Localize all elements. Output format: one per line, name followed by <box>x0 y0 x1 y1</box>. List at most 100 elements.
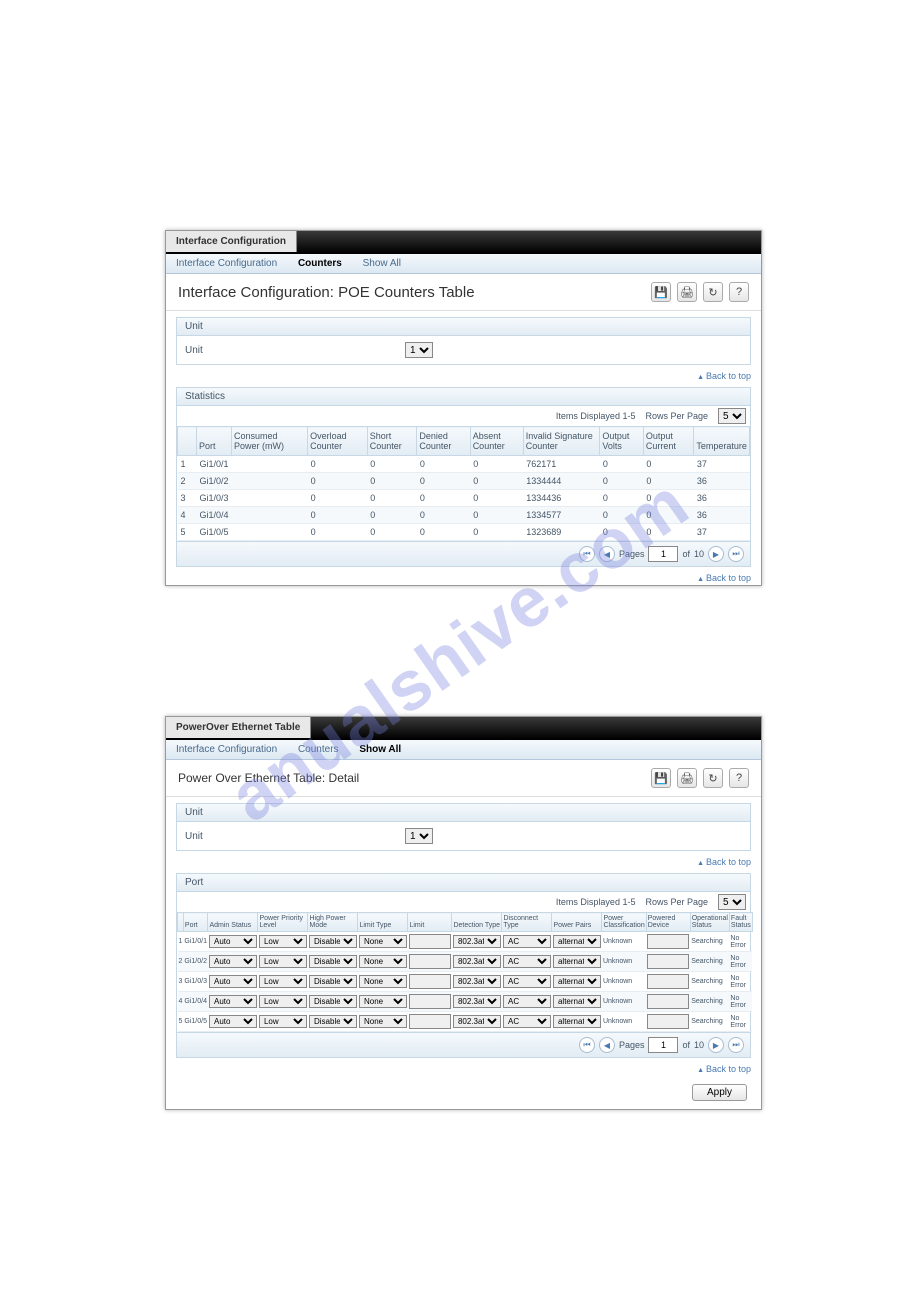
table-row[interactable]: 3Gi1/0/3AutoLowDisableNone802.3af OnlyAC… <box>178 972 753 992</box>
col-fault[interactable]: Fault Status <box>729 913 752 932</box>
tab-interface-configuration[interactable]: Interface Configuration <box>166 231 297 252</box>
col-volts[interactable]: Output Volts <box>600 427 644 456</box>
subnav-counters[interactable]: Counters <box>298 744 339 755</box>
pairs-select[interactable]: alternative-a <box>553 975 601 988</box>
col-pairs[interactable]: Power Pairs <box>552 913 602 932</box>
col-invalid[interactable]: Invalid Signature Counter <box>523 427 600 456</box>
col-absent[interactable]: Absent Counter <box>470 427 523 456</box>
detection-select[interactable]: 802.3af Only <box>453 975 501 988</box>
col-opstatus[interactable]: Operational Status <box>690 913 729 932</box>
table-row[interactable]: 2Gi1/0/2000013344440036 <box>178 473 750 490</box>
pairs-select[interactable]: alternative-a <box>553 955 601 968</box>
unit-select[interactable]: 1 <box>405 342 433 358</box>
col-class[interactable]: Power Classification <box>602 913 646 932</box>
pager-current-input[interactable] <box>648 1037 678 1053</box>
back-to-top-link[interactable]: Back to top <box>176 857 751 867</box>
col-consumed[interactable]: Consumed Power (mW) <box>232 427 308 456</box>
col-highpower[interactable]: High Power Mode <box>308 913 358 932</box>
subnav-interface-configuration[interactable]: Interface Configuration <box>176 744 277 755</box>
device-input[interactable] <box>647 934 689 949</box>
pager-next-icon[interactable]: ▶ <box>708 546 724 562</box>
limittype-select[interactable]: None <box>359 935 407 948</box>
col-detection[interactable]: Detection Type <box>452 913 502 932</box>
col-limit[interactable]: Limit <box>408 913 452 932</box>
highpower-select[interactable]: Disable <box>309 955 357 968</box>
limittype-select[interactable]: None <box>359 1015 407 1028</box>
limit-input[interactable] <box>409 1014 451 1029</box>
limit-input[interactable] <box>409 994 451 1009</box>
pager-first-icon[interactable]: ⏮ <box>579 1037 595 1053</box>
priority-select[interactable]: Low <box>259 935 307 948</box>
disconnect-select[interactable]: AC <box>503 975 551 988</box>
pairs-select[interactable]: alternative-a <box>553 995 601 1008</box>
tab-poe-table[interactable]: PowerOver Ethernet Table <box>166 717 311 738</box>
disconnect-select[interactable]: AC <box>503 955 551 968</box>
detection-select[interactable]: 802.3af Only <box>453 955 501 968</box>
subnav-interface-configuration[interactable]: Interface Configuration <box>176 258 277 269</box>
print-icon[interactable]: 🖨 <box>677 768 697 788</box>
col-priority[interactable]: Power Priority Level <box>258 913 308 932</box>
back-to-top-link[interactable]: Back to top <box>176 371 751 381</box>
col-denied[interactable]: Denied Counter <box>417 427 470 456</box>
col-disconnect[interactable]: Disconnect Type <box>502 913 552 932</box>
rows-per-page-select[interactable]: 5 <box>718 894 746 910</box>
table-row[interactable]: 4Gi1/0/4000013345770036 <box>178 507 750 524</box>
priority-select[interactable]: Low <box>259 995 307 1008</box>
limittype-select[interactable]: None <box>359 995 407 1008</box>
table-row[interactable]: 1Gi1/0/1AutoLowDisableNone802.3af OnlyAC… <box>178 932 753 952</box>
highpower-select[interactable]: Disable <box>309 975 357 988</box>
back-to-top-link[interactable]: Back to top <box>176 1064 751 1074</box>
help-icon[interactable]: ? <box>729 282 749 302</box>
table-row[interactable]: 5Gi1/0/5000013236890037 <box>178 524 750 541</box>
pager-current-input[interactable] <box>648 546 678 562</box>
disconnect-select[interactable]: AC <box>503 1015 551 1028</box>
subnav-counters[interactable]: Counters <box>298 258 342 269</box>
save-icon[interactable]: 💾 <box>651 282 671 302</box>
limit-input[interactable] <box>409 974 451 989</box>
device-input[interactable] <box>647 994 689 1009</box>
highpower-select[interactable]: Disable <box>309 935 357 948</box>
device-input[interactable] <box>647 1014 689 1029</box>
col-admin[interactable]: Admin Status <box>208 913 258 932</box>
col-device[interactable]: Powered Device <box>646 913 690 932</box>
pager-first-icon[interactable]: ⏮ <box>579 546 595 562</box>
pager-last-icon[interactable]: ⏭ <box>728 546 744 562</box>
col-overload[interactable]: Overload Counter <box>308 427 368 456</box>
pairs-select[interactable]: alternative-a <box>553 1015 601 1028</box>
disconnect-select[interactable]: AC <box>503 995 551 1008</box>
detection-select[interactable]: 802.3af Only <box>453 935 501 948</box>
save-icon[interactable]: 💾 <box>651 768 671 788</box>
priority-select[interactable]: Low <box>259 975 307 988</box>
device-input[interactable] <box>647 954 689 969</box>
help-icon[interactable]: ? <box>729 768 749 788</box>
subnav-show-all[interactable]: Show All <box>359 744 401 755</box>
highpower-select[interactable]: Disable <box>309 1015 357 1028</box>
subnav-show-all[interactable]: Show All <box>363 258 401 269</box>
limit-input[interactable] <box>409 954 451 969</box>
table-row[interactable]: 5Gi1/0/5AutoLowDisableNone802.3af OnlyAC… <box>178 1012 753 1032</box>
col-short[interactable]: Short Counter <box>367 427 417 456</box>
device-input[interactable] <box>647 974 689 989</box>
pager-last-icon[interactable]: ⏭ <box>728 1037 744 1053</box>
priority-select[interactable]: Low <box>259 955 307 968</box>
refresh-icon[interactable]: ↻ <box>703 768 723 788</box>
col-port[interactable]: Port <box>197 427 232 456</box>
col-limittype[interactable]: Limit Type <box>358 913 408 932</box>
col-port[interactable]: Port <box>183 913 208 932</box>
unit-select[interactable]: 1 <box>405 828 433 844</box>
refresh-icon[interactable]: ↻ <box>703 282 723 302</box>
disconnect-select[interactable]: AC <box>503 935 551 948</box>
admin-status-select[interactable]: Auto <box>209 955 257 968</box>
highpower-select[interactable]: Disable <box>309 995 357 1008</box>
table-row[interactable]: 4Gi1/0/4AutoLowDisableNone802.3af OnlyAC… <box>178 992 753 1012</box>
limittype-select[interactable]: None <box>359 975 407 988</box>
rows-per-page-select[interactable]: 5 <box>718 408 746 424</box>
pairs-select[interactable]: alternative-a <box>553 935 601 948</box>
table-row[interactable]: 3Gi1/0/3000013344360036 <box>178 490 750 507</box>
table-row[interactable]: 1Gi1/0/100007621710037 <box>178 456 750 473</box>
col-current[interactable]: Output Current <box>643 427 694 456</box>
col-idx[interactable] <box>178 427 197 456</box>
apply-button[interactable]: Apply <box>692 1084 747 1101</box>
detection-select[interactable]: 802.3af Only <box>453 995 501 1008</box>
priority-select[interactable]: Low <box>259 1015 307 1028</box>
